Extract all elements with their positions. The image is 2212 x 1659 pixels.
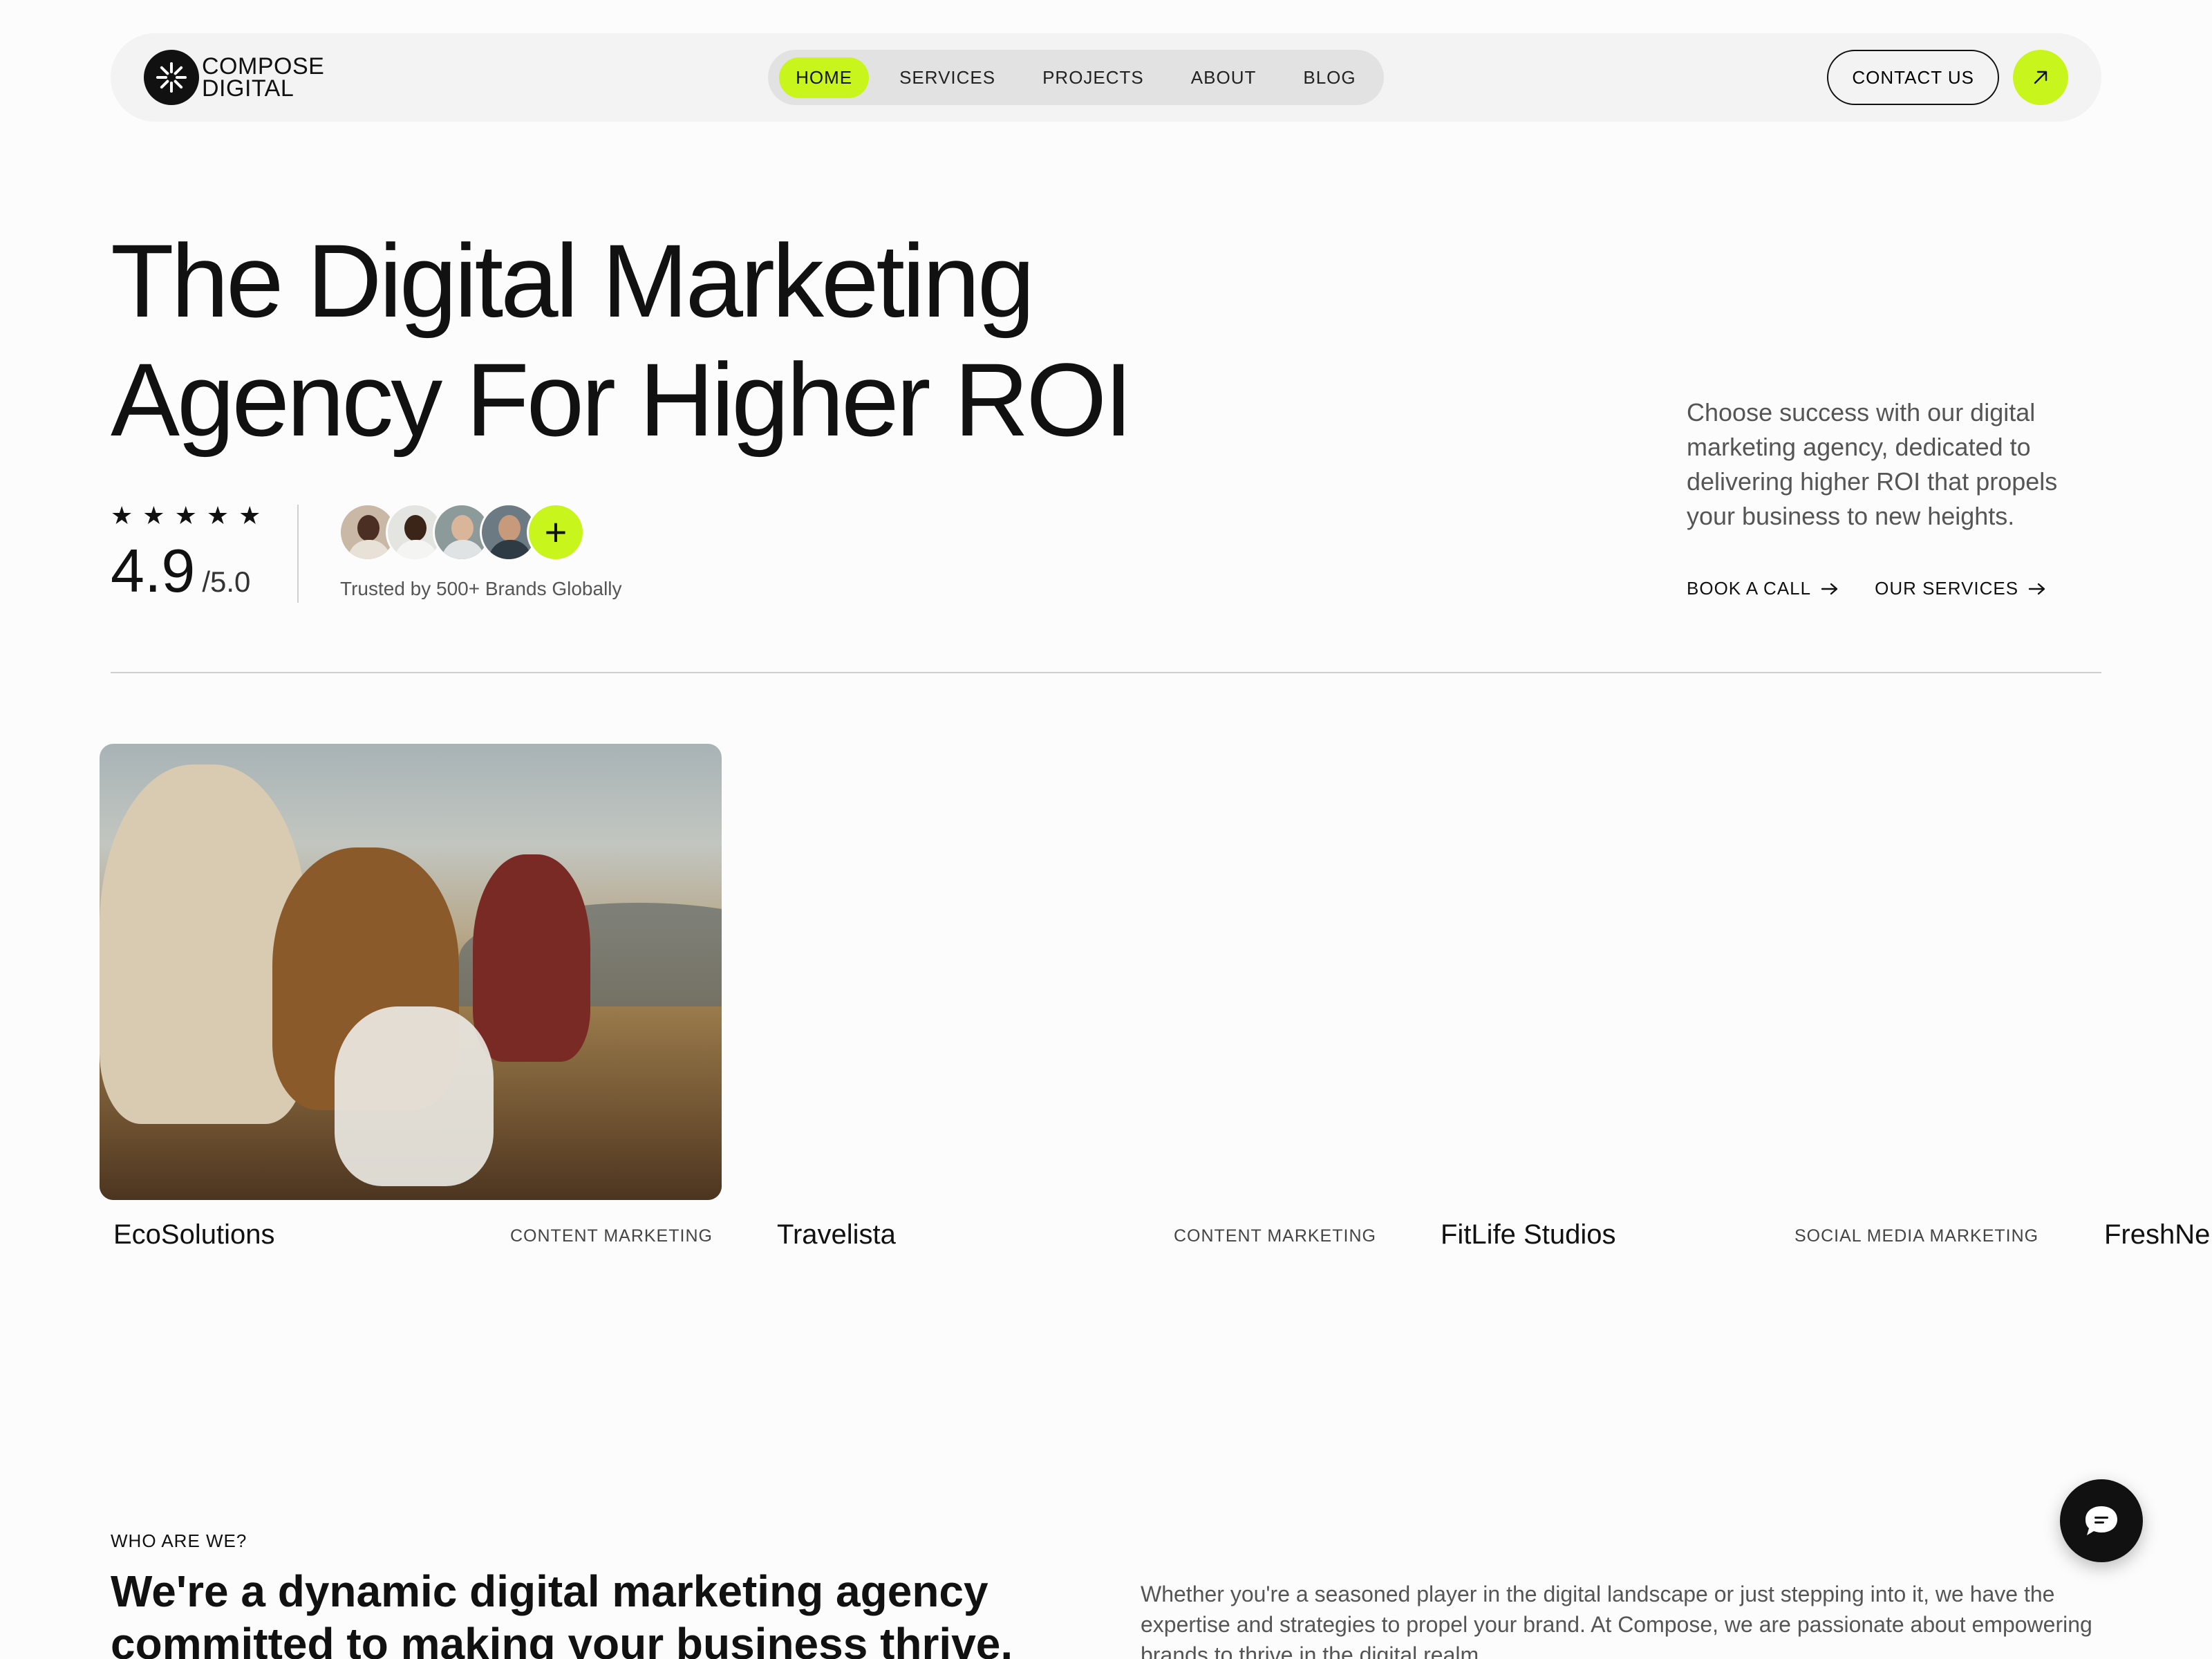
project-name[interactable]: Travelista xyxy=(777,1219,896,1250)
plus-icon[interactable]: + xyxy=(527,503,585,561)
brand-name-line1: COMPOSE xyxy=(202,53,325,79)
project-image-ecosolutions[interactable] xyxy=(100,744,722,1200)
star-icon: ★ xyxy=(174,501,197,529)
hero-links: BOOK A CALL OUR SERVICES xyxy=(1687,578,2046,599)
project-name[interactable]: EcoSolutions xyxy=(113,1219,274,1250)
project-tag: CONTENT MARKETING xyxy=(510,1226,713,1246)
about-heading-line2: committed to making your business thrive… xyxy=(111,1619,1013,1659)
section-eyebrow: WHO ARE WE? xyxy=(111,1530,247,1551)
rating-block: ★ ★ ★ ★ ★ 4.9 /5.0 xyxy=(111,503,261,601)
page: COMPOSE DIGITAL HOME SERVICES PROJECTS A… xyxy=(0,0,2212,1659)
main-nav: HOME SERVICES PROJECTS ABOUT BLOG xyxy=(768,50,1384,105)
nav-item-projects[interactable]: PROJECTS xyxy=(1026,57,1161,98)
nav-item-services[interactable]: SERVICES xyxy=(883,57,1012,98)
nav-item-about[interactable]: ABOUT xyxy=(1174,57,1273,98)
project-tag: SOCIAL MEDIA MARKETING xyxy=(1794,1226,2039,1246)
project-tag: CONTENT MARKETING xyxy=(1174,1226,1376,1246)
trusted-text: Trusted by 500+ Brands Globally xyxy=(340,578,622,599)
star-rating: ★ ★ ★ ★ ★ xyxy=(111,503,261,528)
project-name[interactable]: FreshNe xyxy=(2104,1219,2210,1250)
section-divider xyxy=(111,672,2101,673)
rating-max: /5.0 xyxy=(202,565,251,598)
arrow-up-right-icon xyxy=(2034,71,2047,84)
nav-actions: CONTACT US xyxy=(1827,50,2068,105)
star-icon: ★ xyxy=(206,501,229,529)
arrow-up-right-button[interactable] xyxy=(2012,50,2068,105)
brand-name-line2: DIGITAL xyxy=(202,75,294,102)
book-a-call-label: BOOK A CALL xyxy=(1687,578,1812,599)
hero-title-line2: Agency For Higher ROI xyxy=(111,341,1133,458)
rating-score: 4.9 /5.0 xyxy=(111,541,261,601)
navbar: COMPOSE DIGITAL HOME SERVICES PROJECTS A… xyxy=(111,33,2101,122)
book-a-call-link[interactable]: BOOK A CALL xyxy=(1687,578,1839,599)
star-icon: ★ xyxy=(238,501,261,529)
sunburst-icon xyxy=(144,50,199,105)
about-heading-line1: We're a dynamic digital marketing agency xyxy=(111,1566,988,1616)
client-avatars: + xyxy=(339,503,585,561)
star-icon: ★ xyxy=(111,501,133,529)
hero-description: Choose success with our digital marketin… xyxy=(1687,398,2058,530)
chat-button[interactable] xyxy=(2060,1479,2143,1562)
nav-item-blog[interactable]: BLOG xyxy=(1286,57,1372,98)
hero-title-line1: The Digital Marketing xyxy=(111,223,1035,339)
about-heading: We're a dynamic digital marketing agency… xyxy=(111,1565,1147,1659)
arrow-right-icon xyxy=(2028,583,2045,594)
hero-title: The Digital Marketing Agency For Higher … xyxy=(111,221,1286,459)
contact-us-button[interactable]: CONTACT US xyxy=(1827,50,1999,105)
rating-divider xyxy=(297,505,299,603)
project-name[interactable]: FitLife Studios xyxy=(1441,1219,1615,1250)
our-services-link[interactable]: OUR SERVICES xyxy=(1875,578,2046,599)
our-services-label: OUR SERVICES xyxy=(1875,578,2019,599)
star-icon: ★ xyxy=(142,501,165,529)
rating-value: 4.9 xyxy=(111,536,196,605)
arrow-right-icon xyxy=(1821,583,1838,594)
chat-bubble-icon xyxy=(2086,1506,2117,1535)
about-body: Whether you're a seasoned player in the … xyxy=(1141,1582,2092,1659)
nav-item-home[interactable]: HOME xyxy=(779,57,870,98)
brand-logo[interactable]: COMPOSE DIGITAL xyxy=(144,50,324,105)
brand-name: COMPOSE DIGITAL xyxy=(202,55,324,100)
